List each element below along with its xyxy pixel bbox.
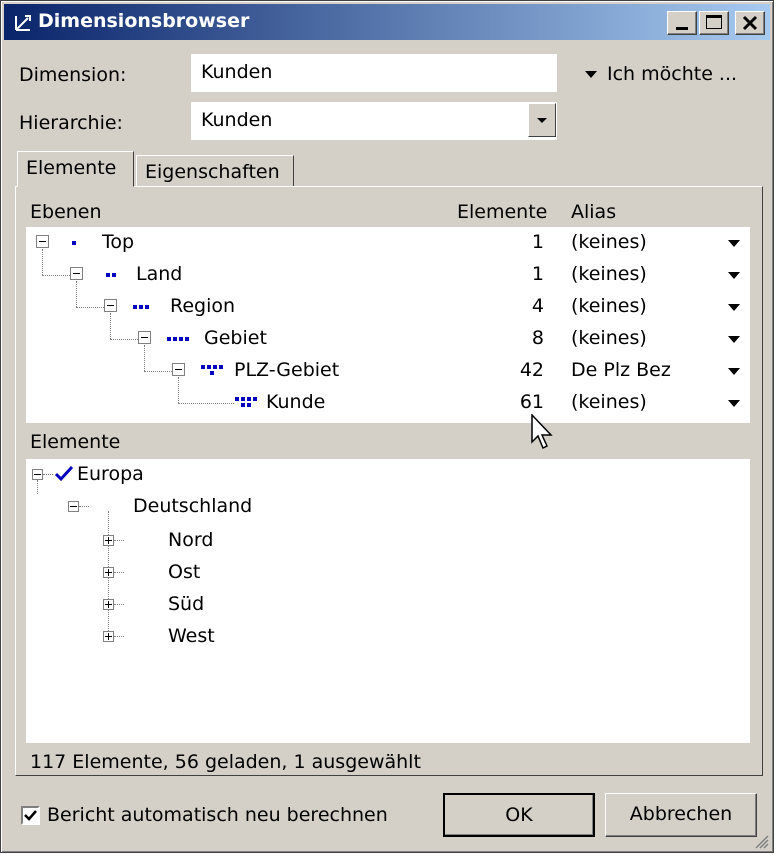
elements-header: Elemente — [30, 431, 121, 453]
checkbox-check-icon — [24, 810, 37, 821]
level-name: Region — [170, 295, 236, 317]
expand-icon[interactable] — [103, 599, 114, 610]
hierarchy-select-value: Kunden — [201, 109, 273, 131]
level-row-plz-gebiet[interactable]: PLZ-Gebiet 42 De Plz Bez — [26, 355, 750, 387]
ok-button[interactable]: OK — [443, 793, 595, 837]
level-count: 4 — [531, 295, 544, 317]
tab-panel: Ebenen Elemente Alias Top 1 (keines) Lan… — [15, 186, 763, 776]
level-alias: (keines) — [571, 295, 647, 317]
minimize-icon — [676, 27, 688, 30]
tree-item-west[interactable]: West — [168, 625, 215, 647]
recalc-checkbox[interactable] — [21, 806, 40, 825]
level-name: Kunde — [266, 391, 326, 413]
tree-item-deutschland[interactable]: Deutschland — [133, 495, 252, 517]
level-alias: (keines) — [571, 327, 647, 349]
level-4-icon — [167, 331, 191, 347]
collapse-icon[interactable] — [32, 469, 43, 480]
maximize-button[interactable] — [699, 11, 729, 35]
hierarchy-select[interactable]: Kunden — [191, 102, 557, 140]
checkmark-icon — [54, 465, 74, 482]
expand-icon[interactable] — [103, 535, 114, 546]
level-alias: (keines) — [571, 391, 647, 413]
maximize-icon — [706, 15, 722, 29]
elements-tree: Europa Deutschland Nord Ost Süd West — [26, 459, 750, 743]
status-text: 117 Elemente, 56 geladen, 1 ausgewählt — [30, 751, 421, 773]
chevron-down-icon — [537, 118, 547, 123]
tab-label: Elemente — [26, 157, 117, 179]
alias-dropdown-icon[interactable] — [728, 304, 740, 311]
action-menu[interactable]: Ich möchte ... — [585, 63, 755, 87]
expand-icon[interactable] — [103, 567, 114, 578]
collapse-icon[interactable] — [104, 299, 117, 312]
cancel-button[interactable]: Abbrechen — [605, 793, 757, 837]
tree-item-europa[interactable]: Europa — [77, 463, 144, 485]
triangle-down-icon — [585, 71, 597, 78]
recalc-label[interactable]: Bericht automatisch neu berechnen — [47, 804, 388, 826]
action-menu-label: Ich möchte ... — [607, 63, 738, 85]
level-row-top[interactable]: Top 1 (keines) — [26, 227, 750, 259]
resize-grip-icon[interactable] — [753, 833, 769, 849]
level-count: 1 — [531, 263, 544, 285]
level-6-icon — [235, 395, 259, 411]
collapse-icon[interactable] — [172, 363, 185, 376]
close-button[interactable] — [735, 11, 765, 35]
level-2-icon — [106, 267, 118, 283]
levels-header: Ebenen — [30, 201, 102, 223]
level-alias: (keines) — [571, 231, 647, 253]
tree-item-nord[interactable]: Nord — [168, 529, 213, 551]
level-alias: (keines) — [571, 263, 647, 285]
level-name: Gebiet — [204, 327, 267, 349]
expand-icon[interactable] — [103, 631, 114, 642]
level-1-icon — [72, 235, 78, 251]
levels-list: Top 1 (keines) Land 1 (keines) Region 4 … — [26, 227, 750, 423]
minimize-button[interactable] — [667, 11, 697, 35]
alias-dropdown-icon[interactable] — [728, 368, 740, 375]
mouse-cursor-icon — [531, 414, 553, 450]
level-count: 8 — [531, 327, 544, 349]
dimension-field[interactable]: Kunden — [191, 54, 557, 92]
level-5-icon — [201, 363, 225, 379]
hierarchy-dropdown-button[interactable] — [528, 103, 556, 137]
level-name: Top — [102, 231, 135, 253]
elements-count-header: Elemente — [457, 201, 548, 223]
level-3-icon — [133, 299, 151, 315]
collapse-icon[interactable] — [70, 267, 83, 280]
tab-label: Eigenschaften — [145, 161, 280, 183]
level-count: 42 — [519, 359, 544, 381]
hierarchy-label: Hierarchie: — [19, 112, 123, 134]
dimension-icon — [15, 15, 31, 31]
title-bar[interactable]: Dimensionsbrowser — [4, 4, 770, 40]
alias-dropdown-icon[interactable] — [728, 240, 740, 247]
level-row-land[interactable]: Land 1 (keines) — [26, 259, 750, 291]
level-row-kunde[interactable]: Kunde 61 (keines) — [26, 387, 750, 419]
level-name: Land — [136, 263, 183, 285]
collapse-icon[interactable] — [138, 331, 151, 344]
level-name: PLZ-Gebiet — [234, 359, 340, 381]
tree-item-sued[interactable]: Süd — [168, 593, 204, 615]
level-row-gebiet[interactable]: Gebiet 8 (keines) — [26, 323, 750, 355]
level-count: 1 — [531, 231, 544, 253]
level-row-region[interactable]: Region 4 (keines) — [26, 291, 750, 323]
level-alias: De Plz Bez — [571, 359, 671, 381]
collapse-icon[interactable] — [68, 501, 79, 512]
alias-dropdown-icon[interactable] — [728, 400, 740, 407]
tab-eigenschaften[interactable]: Eigenschaften — [136, 155, 294, 187]
collapse-icon[interactable] — [36, 235, 49, 248]
close-icon — [742, 15, 758, 31]
dimension-browser-window: Dimensionsbrowser Dimension: Kunden Ich … — [0, 0, 774, 853]
alias-dropdown-icon[interactable] — [728, 272, 740, 279]
alias-header: Alias — [571, 201, 617, 223]
dimension-label: Dimension: — [19, 64, 127, 86]
tab-elemente[interactable]: Elemente — [17, 151, 134, 187]
alias-dropdown-icon[interactable] — [728, 336, 740, 343]
level-count: 61 — [519, 391, 544, 413]
tree-item-ost[interactable]: Ost — [168, 561, 200, 583]
window-title: Dimensionsbrowser — [38, 10, 250, 32]
